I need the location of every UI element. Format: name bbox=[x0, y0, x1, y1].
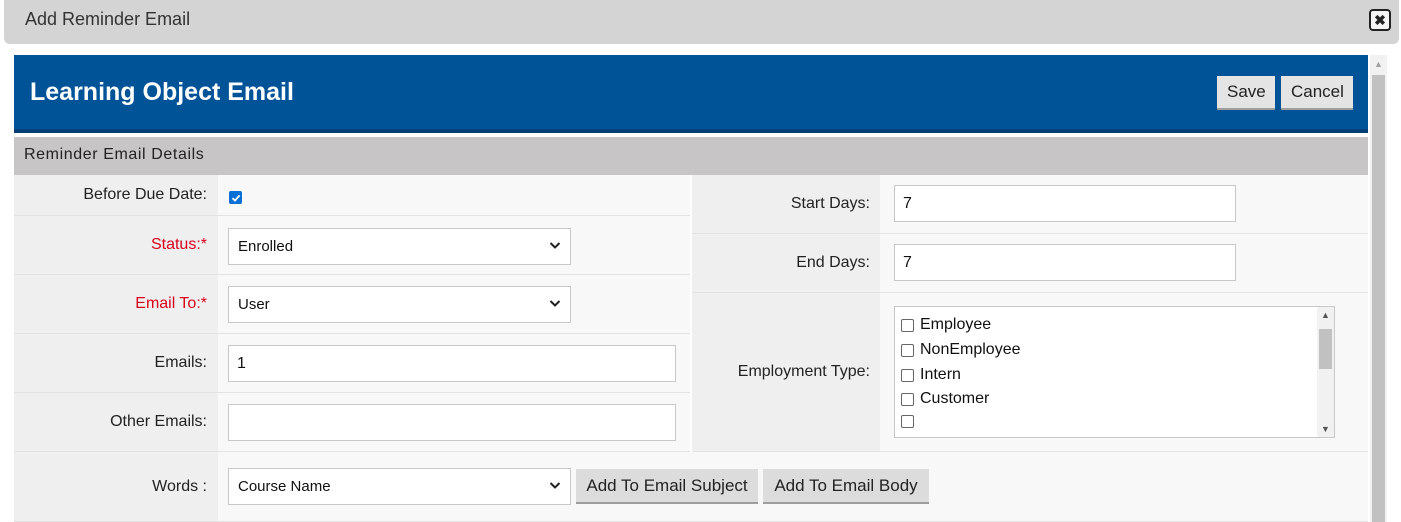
status-selected-text: Enrolled bbox=[238, 238, 294, 255]
emails-input-text: 1 bbox=[237, 354, 246, 372]
chevron-down-icon bbox=[549, 482, 561, 489]
page-scrollbar[interactable]: ▲ bbox=[1370, 55, 1387, 522]
words-row: Words : Course Name Add To Email Subject… bbox=[14, 452, 1368, 522]
before-due-date-label: Before Due Date: bbox=[14, 175, 218, 215]
status-value: Enrolled bbox=[218, 216, 690, 274]
employment-type-checkbox[interactable] bbox=[901, 415, 914, 428]
employment-type-checkbox[interactable] bbox=[901, 368, 914, 382]
save-button[interactable]: Save bbox=[1217, 76, 1275, 110]
employment-type-checkbox[interactable] bbox=[901, 343, 914, 357]
add-to-email-body-button[interactable]: Add To Email Body bbox=[763, 469, 929, 504]
section-title: Reminder Email Details bbox=[24, 146, 205, 163]
employment-type-listbox[interactable]: Employee NonEmployee Intern Customer ▲ ▼ bbox=[894, 306, 1335, 438]
list-item-label: Customer bbox=[920, 390, 990, 407]
end-days-row: End Days: 7 bbox=[692, 234, 1368, 293]
dialog-title: Add Reminder Email bbox=[25, 9, 191, 29]
section-header: Reminder Email Details bbox=[14, 137, 1368, 175]
end-days-input-text: 7 bbox=[903, 253, 912, 271]
start-days-row: Start Days: 7 bbox=[692, 175, 1368, 234]
email-to-select[interactable]: User bbox=[228, 286, 571, 323]
cancel-button[interactable]: Cancel bbox=[1281, 76, 1353, 110]
listbox-scrollbar[interactable]: ▲ ▼ bbox=[1317, 307, 1334, 437]
end-days-value: 7 bbox=[880, 234, 1368, 292]
list-item-label: NonEmployee bbox=[920, 341, 1021, 358]
end-days-label: End Days: bbox=[692, 234, 880, 292]
other-emails-label: Other Emails: bbox=[14, 393, 218, 451]
list-item[interactable]: Employee bbox=[901, 316, 991, 334]
employment-type-checkbox[interactable] bbox=[901, 318, 914, 332]
before-due-date-checkbox[interactable] bbox=[229, 191, 242, 204]
start-days-input-text: 7 bbox=[903, 194, 912, 212]
status-select[interactable]: Enrolled bbox=[228, 228, 571, 265]
form-header: Learning Object Email Save Cancel bbox=[14, 55, 1368, 133]
email-to-selected-text: User bbox=[238, 296, 270, 313]
other-emails-value bbox=[218, 393, 690, 451]
dialog-content: Learning Object Email Save Cancel Remind… bbox=[14, 55, 1368, 522]
email-to-row: Email To:* User bbox=[14, 275, 690, 334]
start-days-label: Start Days: bbox=[692, 175, 880, 233]
emails-value: 1 bbox=[218, 334, 690, 392]
list-item-label: Employee bbox=[920, 316, 992, 333]
words-selected-text: Course Name bbox=[238, 478, 331, 495]
list-item[interactable]: Intern bbox=[901, 366, 961, 384]
page-title: Learning Object Email bbox=[30, 78, 294, 106]
close-button[interactable]: ✖ bbox=[1369, 9, 1391, 31]
list-item[interactable] bbox=[901, 415, 920, 428]
words-label: Words : bbox=[14, 452, 218, 521]
end-days-input[interactable]: 7 bbox=[894, 244, 1236, 281]
start-days-input[interactable]: 7 bbox=[894, 185, 1236, 222]
chevron-down-icon bbox=[549, 242, 561, 249]
scroll-up-icon[interactable]: ▲ bbox=[1370, 59, 1387, 69]
start-days-value: 7 bbox=[880, 175, 1368, 233]
employment-type-value: Employee NonEmployee Intern Customer ▲ ▼ bbox=[880, 293, 1368, 451]
before-due-date-value bbox=[218, 175, 690, 215]
status-row: Status:* Enrolled bbox=[14, 216, 690, 275]
before-due-date-row: Before Due Date: bbox=[14, 175, 690, 216]
emails-label: Emails: bbox=[14, 334, 218, 392]
other-emails-row: Other Emails: bbox=[14, 393, 690, 452]
add-to-email-subject-button[interactable]: Add To Email Subject bbox=[576, 469, 758, 504]
listbox-scroll-thumb[interactable] bbox=[1319, 329, 1332, 369]
employment-type-row: Employment Type: Employee NonEmployee In… bbox=[692, 293, 1368, 452]
list-item[interactable]: NonEmployee bbox=[901, 341, 1021, 359]
list-item-label: Intern bbox=[920, 366, 961, 383]
words-value: Course Name Add To Email Subject Add To … bbox=[218, 452, 1368, 521]
employment-type-label: Employment Type: bbox=[692, 293, 880, 451]
other-emails-input[interactable] bbox=[228, 404, 676, 441]
emails-row: Emails: 1 bbox=[14, 334, 690, 393]
page-scroll-thumb[interactable] bbox=[1372, 75, 1385, 522]
dialog-titlebar: Add Reminder Email ✖ bbox=[4, 0, 1399, 44]
close-icon: ✖ bbox=[1374, 12, 1386, 28]
words-select[interactable]: Course Name bbox=[228, 468, 571, 505]
employment-type-checkbox[interactable] bbox=[901, 392, 914, 406]
email-to-value: User bbox=[218, 275, 690, 333]
check-icon bbox=[231, 194, 240, 202]
emails-input[interactable]: 1 bbox=[228, 345, 676, 382]
scroll-up-icon[interactable]: ▲ bbox=[1317, 310, 1334, 320]
chevron-down-icon bbox=[549, 300, 561, 307]
scroll-down-icon[interactable]: ▼ bbox=[1317, 424, 1334, 434]
status-label: Status:* bbox=[14, 216, 218, 274]
list-item[interactable]: Customer bbox=[901, 390, 989, 408]
email-to-label: Email To:* bbox=[14, 275, 218, 333]
